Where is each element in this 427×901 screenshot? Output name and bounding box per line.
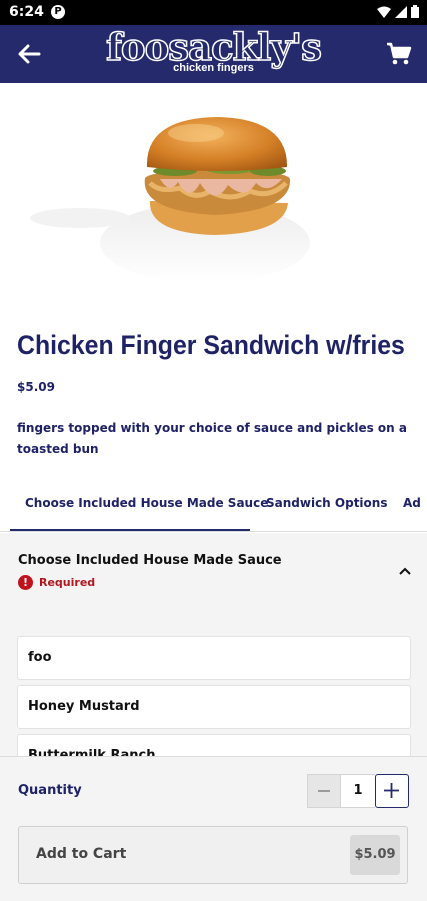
status-time: 6:24 xyxy=(9,4,44,20)
product-price: $5.09 xyxy=(17,380,55,394)
order-panel: Quantity 1 Add to Cart $5.09 xyxy=(0,756,427,901)
quantity-label: Quantity xyxy=(18,783,82,798)
shopping-cart-icon xyxy=(387,42,412,65)
add-to-cart-button[interactable]: Add to Cart $5.09 xyxy=(18,826,408,884)
sauce-options-list: foo Honey Mustard Buttermilk Ranch xyxy=(0,611,427,756)
chicken-sandwich-illustration xyxy=(30,117,310,283)
section-title: Choose Included House Made Sauce xyxy=(18,553,282,568)
quantity-value[interactable]: 1 xyxy=(341,774,375,808)
add-to-cart-label: Add to Cart xyxy=(36,846,127,862)
sauce-option[interactable]: Honey Mustard xyxy=(17,685,411,729)
alert-icon: ! xyxy=(18,575,33,590)
sauce-option[interactable]: Buttermilk Ranch xyxy=(17,734,411,756)
notification-app-icon: P xyxy=(51,5,65,19)
logo-wordmark: foosackly's xyxy=(105,25,322,69)
tab-house-made-sauce[interactable]: Choose Included House Made Sauce xyxy=(25,482,268,530)
sauce-option-label: Honey Mustard xyxy=(28,699,140,714)
increase-quantity-button[interactable] xyxy=(375,774,409,808)
product-title: Chicken Finger Sandwich w/fries xyxy=(17,330,405,360)
signal-icon xyxy=(395,5,407,18)
plus-icon xyxy=(384,783,399,798)
required-badge: ! Required xyxy=(18,575,95,590)
option-tabs: Choose Included House Made Sauce Sandwic… xyxy=(0,482,427,532)
wifi-icon xyxy=(377,6,391,18)
sauce-section-header[interactable]: Choose Included House Made Sauce ! Requi… xyxy=(0,533,427,611)
decrease-quantity-button[interactable] xyxy=(307,774,341,808)
tab-sandwich-options[interactable]: Sandwich Options xyxy=(266,482,387,530)
sauce-option[interactable]: foo xyxy=(17,636,411,680)
add-to-cart-price: $5.09 xyxy=(350,835,400,875)
cart-button[interactable] xyxy=(385,40,413,68)
battery-icon xyxy=(411,5,419,18)
chevron-up-icon[interactable] xyxy=(397,563,413,579)
sauce-option-label: foo xyxy=(28,650,52,665)
product-description: fingers topped with your choice of sauce… xyxy=(17,421,407,456)
app-bar: foosackly's chicken fingers xyxy=(0,25,427,83)
tabs-divider xyxy=(0,531,427,532)
logo-tagline: chicken fingers xyxy=(173,62,254,74)
status-bar: 6:24 P xyxy=(0,0,427,25)
quantity-stepper: 1 xyxy=(307,774,409,808)
minus-icon xyxy=(318,790,330,792)
product-image xyxy=(0,83,427,318)
brand-logo: foosackly's chicken fingers xyxy=(0,25,427,74)
status-icons xyxy=(377,5,419,18)
required-label: Required xyxy=(39,576,96,589)
sauce-option-label: Buttermilk Ranch xyxy=(28,748,156,756)
tab-add-ons[interactable]: Ad xyxy=(403,482,421,530)
